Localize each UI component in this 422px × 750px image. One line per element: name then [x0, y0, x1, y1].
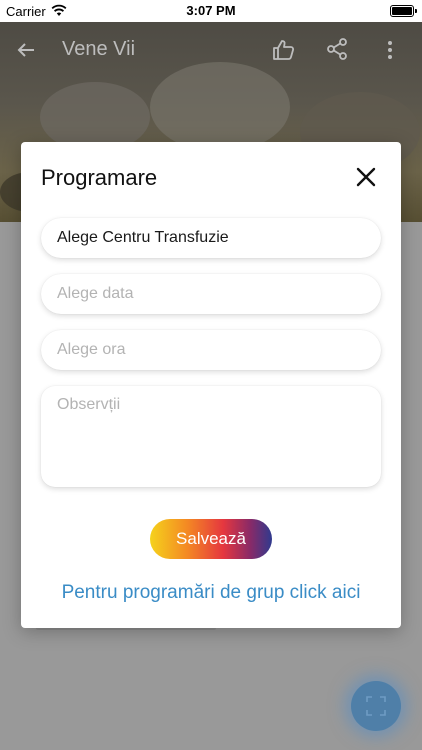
- time-field[interactable]: Alege ora: [41, 330, 381, 370]
- expand-fab[interactable]: [351, 681, 401, 731]
- clock: 3:07 PM: [186, 3, 236, 18]
- battery-icon: [390, 5, 417, 17]
- dialog-title: Programare: [41, 165, 158, 190]
- share-icon[interactable]: [326, 38, 348, 60]
- date-field[interactable]: Alege data: [41, 274, 381, 314]
- expand-icon: [366, 696, 386, 716]
- more-vertical-icon[interactable]: [386, 38, 394, 62]
- save-button[interactable]: Salvează: [150, 519, 272, 559]
- status-bar: Carrier 3:07 PM: [0, 0, 422, 22]
- close-icon[interactable]: [355, 166, 377, 188]
- observations-field[interactable]: Observții: [41, 386, 381, 487]
- transfusion-center-select[interactable]: Alege Centru Transfuzie: [41, 218, 381, 258]
- arrow-back-icon[interactable]: [14, 38, 38, 62]
- group-appointment-link[interactable]: Pentru programări de grup click aici: [21, 582, 401, 604]
- appointment-dialog: Programare Alege Centru Transfuzie Alege…: [21, 142, 401, 628]
- app-bar: Vene Vii: [0, 22, 422, 78]
- screen-title: Vene Vii: [62, 38, 136, 60]
- thumbs-up-icon[interactable]: [272, 38, 296, 62]
